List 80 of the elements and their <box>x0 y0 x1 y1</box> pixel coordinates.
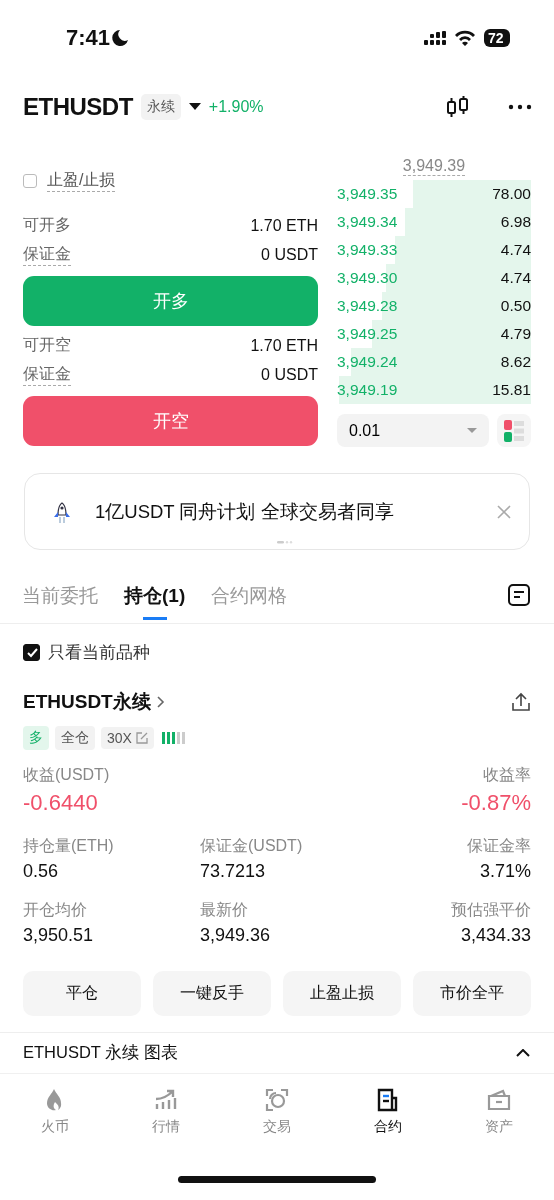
tab-bar-item[interactable]: 资产 <box>443 1088 554 1154</box>
field-label: 收益率 <box>483 765 531 785</box>
bid-amount[interactable]: 8.62 <box>500 353 531 371</box>
symbol-title[interactable]: ETHUSDT <box>23 93 133 121</box>
leverage-tag[interactable]: 30X <box>101 727 154 749</box>
checkbox[interactable] <box>23 643 40 661</box>
order-list-icon[interactable] <box>508 584 530 606</box>
filter-label[interactable]: 只看当前品种 <box>48 640 150 664</box>
margin-mode-tag: 全仓 <box>55 726 95 750</box>
field-value: 1.70 ETH <box>250 216 318 235</box>
field-label: 保证金(USDT) <box>200 836 304 856</box>
tab-bar-item[interactable]: 交易 <box>221 1088 333 1154</box>
dropdown-caret-icon[interactable] <box>188 103 201 111</box>
action-button[interactable]: 止盈止损 <box>283 971 401 1016</box>
more-icon[interactable] <box>508 104 532 110</box>
tab-bar-item[interactable]: 行情 <box>110 1088 222 1154</box>
contract-type-tag: 永续 <box>140 94 181 120</box>
wifi-icon <box>454 29 476 46</box>
field-value: 3,949.36 <box>200 925 272 946</box>
section-title: ETHUSDT 永续 图表 <box>23 1042 178 1063</box>
bid-amount[interactable]: 15.81 <box>492 381 531 399</box>
caret-icon <box>467 428 477 433</box>
price-change: +1.90% <box>208 98 264 116</box>
bid-amount[interactable]: 0.50 <box>500 297 531 315</box>
field-value: 3.71% <box>479 861 531 882</box>
side-tag: 多 <box>23 726 49 750</box>
share-icon[interactable] <box>511 692 531 712</box>
pnl-rate-value: -0.87% <box>461 790 531 816</box>
tp-sl-label[interactable]: 止盈/止损 <box>47 170 116 192</box>
field-label: 收益(USDT) <box>23 765 110 785</box>
chevron-up-icon[interactable] <box>516 1049 530 1057</box>
assets-icon <box>486 1088 511 1112</box>
field-label: 预估强平价 <box>451 900 531 920</box>
pager-dots-icon <box>277 541 293 544</box>
field-value: 0 USDT <box>261 245 318 264</box>
action-button[interactable]: 市价全平 <box>413 971 531 1016</box>
battery-icon: 72 <box>484 28 510 47</box>
field-value: 0.56 <box>23 861 60 882</box>
checkbox[interactable] <box>23 174 37 188</box>
futures-icon <box>375 1088 400 1112</box>
status-time: 7:41 <box>66 24 111 51</box>
check-icon <box>25 646 38 658</box>
bid-amount[interactable]: 78.00 <box>492 185 531 203</box>
bid-amount[interactable]: 4.79 <box>500 325 531 343</box>
bid-amount[interactable]: 6.98 <box>500 213 531 231</box>
tab-bar-item[interactable]: 火币 <box>0 1088 111 1154</box>
bid-amount[interactable]: 4.74 <box>500 241 531 259</box>
banner-text: 1亿USDT 同舟计划 全球交易者同享 <box>95 500 395 524</box>
tab-bar-item[interactable]: 合约 <box>332 1088 444 1154</box>
action-button[interactable]: 平仓 <box>23 971 141 1016</box>
field-value: 1.70 ETH <box>250 336 318 355</box>
field-label: 可开多 <box>23 215 71 235</box>
moon-icon <box>110 27 131 48</box>
signal-icon <box>424 30 446 45</box>
book-layout-button[interactable] <box>497 414 531 447</box>
trade-icon <box>265 1088 289 1112</box>
promo-banner[interactable]: 1亿USDT 同舟计划 全球交易者同享 <box>24 473 530 550</box>
action-button[interactable]: 一键反手 <box>153 971 271 1016</box>
chart-section-header[interactable]: ETHUSDT 永续 图表 <box>0 1032 554 1074</box>
pnl-value: -0.6440 <box>23 790 99 816</box>
field-label: 保证金率 <box>467 836 531 856</box>
field-value: 0 USDT <box>261 365 318 384</box>
field-value: 73.7213 <box>200 861 267 882</box>
field-value: 3,434.33 <box>460 925 531 946</box>
field-value: 3,950.51 <box>23 925 95 946</box>
bid-amount[interactable]: 4.74 <box>500 269 531 287</box>
field-label: 开仓均价 <box>23 900 88 920</box>
field-label: 保证金 <box>23 363 71 386</box>
field-label: 最新价 <box>200 900 249 920</box>
position-title[interactable]: ETHUSDT永续 <box>23 689 151 715</box>
precision-dropdown[interactable]: 0.01 <box>337 414 489 447</box>
field-label: 可开空 <box>23 335 71 355</box>
mark-price[interactable]: 3,949.39 <box>402 157 466 176</box>
market-icon <box>154 1088 179 1112</box>
field-label: 持仓量(ETH) <box>23 836 115 856</box>
candlestick-icon[interactable] <box>446 95 470 119</box>
edit-icon <box>135 732 148 744</box>
field-label: 保证金 <box>23 243 71 266</box>
chevron-right-icon[interactable] <box>156 696 165 708</box>
book-layout-icon <box>504 419 524 442</box>
